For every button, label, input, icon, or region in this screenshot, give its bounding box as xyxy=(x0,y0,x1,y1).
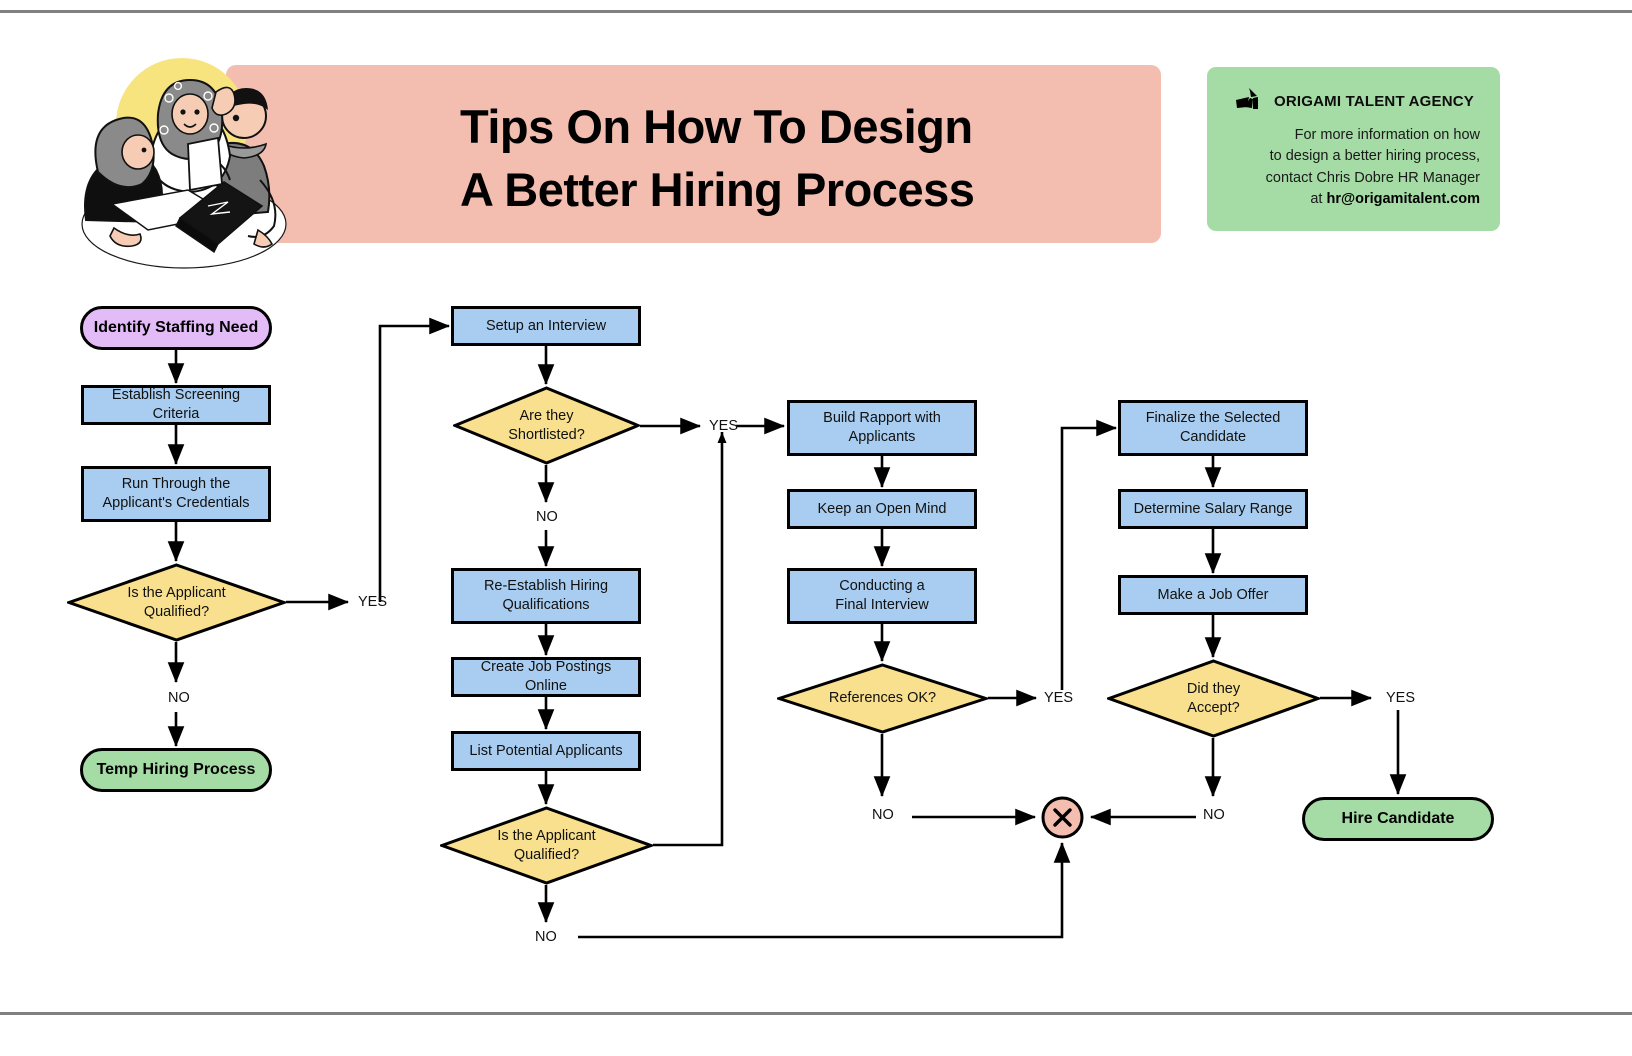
edge-label-no-shortlisted: NO xyxy=(536,509,558,525)
node-finalize-the-selected-candidate[interactable]: Finalize the Selected Candidate xyxy=(1118,400,1308,456)
edge-label-yes-accept: YES xyxy=(1386,690,1416,706)
edge-label-yes-shortlisted: YES xyxy=(709,418,739,434)
edge-label-no-qualified1: NO xyxy=(168,690,190,706)
node-is-applicant-qualified-1[interactable]: Is the Applicant Qualified? xyxy=(67,563,286,642)
node-is-applicant-qualified-2[interactable]: Is the Applicant Qualified? xyxy=(440,806,653,885)
node-build-rapport-with-applicants[interactable]: Build Rapport with Applicants xyxy=(787,400,977,456)
node-hire-candidate[interactable]: Hire Candidate xyxy=(1302,797,1494,841)
node-stop-terminator[interactable] xyxy=(1041,796,1084,839)
edge-label-yes-qualified1: YES xyxy=(358,594,388,610)
node-did-they-accept[interactable]: Did they Accept? xyxy=(1107,659,1320,738)
node-create-job-postings-online[interactable]: Create Job Postings Online xyxy=(451,657,641,697)
node-are-they-shortlisted[interactable]: Are they Shortlisted? xyxy=(453,386,640,465)
node-list-potential-applicants[interactable]: List Potential Applicants xyxy=(451,731,641,771)
node-references-ok[interactable]: References OK? xyxy=(777,663,988,734)
node-conducting-a-final-interview[interactable]: Conducting a Final Interview xyxy=(787,568,977,624)
infographic-page: Tips On How To Design A Better Hiring Pr… xyxy=(0,0,1632,1056)
node-establish-screening-criteria[interactable]: Establish Screening Criteria xyxy=(81,385,271,425)
edge-label-no-accept: NO xyxy=(1203,807,1225,823)
node-keep-an-open-mind[interactable]: Keep an Open Mind xyxy=(787,489,977,529)
edge-label-no-references: NO xyxy=(872,807,894,823)
node-make-a-job-offer[interactable]: Make a Job Offer xyxy=(1118,575,1308,615)
node-determine-salary-range[interactable]: Determine Salary Range xyxy=(1118,489,1308,529)
edge-label-no-qualified2: NO xyxy=(535,929,557,945)
edge-label-yes-references: YES xyxy=(1044,690,1074,706)
node-temp-hiring-process[interactable]: Temp Hiring Process xyxy=(80,748,272,792)
node-run-through-applicant-credentials[interactable]: Run Through the Applicant's Credentials xyxy=(81,466,271,522)
node-setup-an-interview[interactable]: Setup an Interview xyxy=(451,306,641,346)
node-identify-staffing-need[interactable]: Identify Staffing Need xyxy=(80,306,272,350)
node-re-establish-hiring-qualifications[interactable]: Re-Establish Hiring Qualifications xyxy=(451,568,641,624)
